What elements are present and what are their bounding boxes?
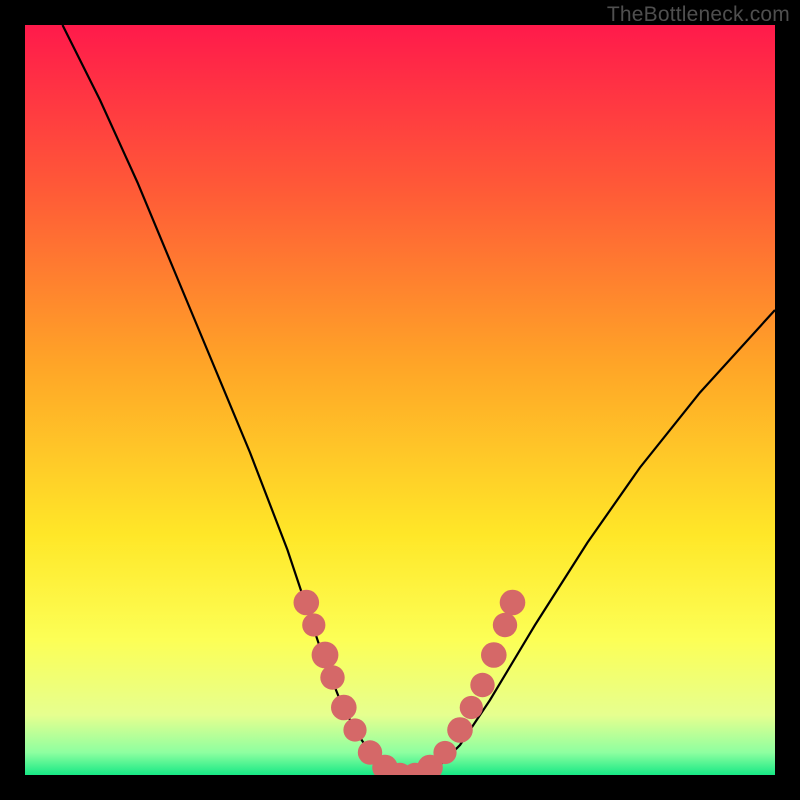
curve-marker: [320, 665, 344, 689]
bottleneck-curve: [63, 25, 776, 775]
curve-marker: [331, 695, 357, 721]
curve-marker: [493, 613, 517, 637]
chart-frame: TheBottleneck.com: [0, 0, 800, 800]
curve-marker: [302, 613, 325, 636]
curve-marker: [500, 590, 526, 616]
curve-marker: [433, 741, 456, 764]
curve-marker: [470, 673, 494, 697]
curve-marker: [460, 696, 483, 719]
plot-area: [25, 25, 775, 775]
curve-marker: [312, 642, 339, 669]
curve-marker: [343, 718, 366, 741]
watermark-text: TheBottleneck.com: [607, 3, 790, 27]
marker-group: [294, 590, 526, 775]
curve-marker: [481, 642, 507, 668]
chart-svg: [25, 25, 775, 775]
curve-marker: [447, 717, 473, 743]
curve-marker: [294, 590, 320, 616]
